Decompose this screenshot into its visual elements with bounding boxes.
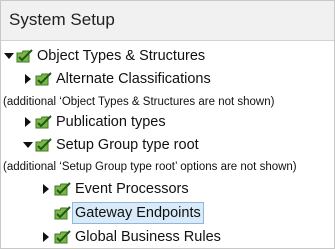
tree-node-alternate-classifications[interactable]: Alternate Classifications: [1, 68, 334, 90]
tree-node-object-types[interactable]: Object Types & Structures: [1, 45, 334, 67]
expand-arrow-right-icon[interactable]: [41, 226, 51, 248]
expand-arrow-down-icon[interactable]: [4, 45, 14, 67]
tree-node-label-selected: Gateway Endpoints: [72, 202, 204, 224]
expand-arrow-right-icon[interactable]: [41, 178, 51, 200]
hidden-items-note: (additional ‘Setup Group type root’ opti…: [3, 161, 297, 173]
tree-node-label: Global Business Rules: [75, 229, 221, 245]
expand-arrow-right-icon[interactable]: [23, 68, 33, 90]
panel-header: System Setup: [1, 1, 334, 41]
folder-check-icon: [35, 72, 53, 87]
folder-check-icon: [54, 230, 72, 245]
folder-check-icon: [35, 115, 53, 130]
tree-node-publication-types[interactable]: Publication types: [1, 111, 334, 133]
tree-node-label: Object Types & Structures: [37, 48, 206, 64]
expand-arrow-right-icon[interactable]: [23, 111, 33, 133]
tree-node-global-business-rules[interactable]: Global Business Rules: [1, 226, 334, 248]
tree-node-label: Event Processors: [75, 181, 189, 197]
expand-arrow-down-icon[interactable]: [23, 134, 33, 156]
folder-check-icon: [16, 49, 34, 64]
panel-title: System Setup: [9, 10, 115, 29]
tree-node-label: Publication types: [56, 114, 166, 130]
tree-node-label: Alternate Classifications: [56, 71, 211, 87]
folder-check-icon: [54, 206, 72, 221]
tree-node-gateway-endpoints[interactable]: Gateway Endpoints: [1, 202, 334, 224]
folder-check-icon: [35, 138, 53, 153]
tree-node-event-processors[interactable]: Event Processors: [1, 178, 334, 200]
tree-node-setup-group-type-root[interactable]: Setup Group type root: [1, 134, 334, 156]
system-setup-panel: System Setup Object Types & Structures A…: [0, 0, 335, 249]
tree-node-label: Setup Group type root: [56, 137, 199, 153]
folder-check-icon: [54, 182, 72, 197]
hidden-items-note: (additional ‘Object Types & Structures a…: [3, 96, 275, 108]
